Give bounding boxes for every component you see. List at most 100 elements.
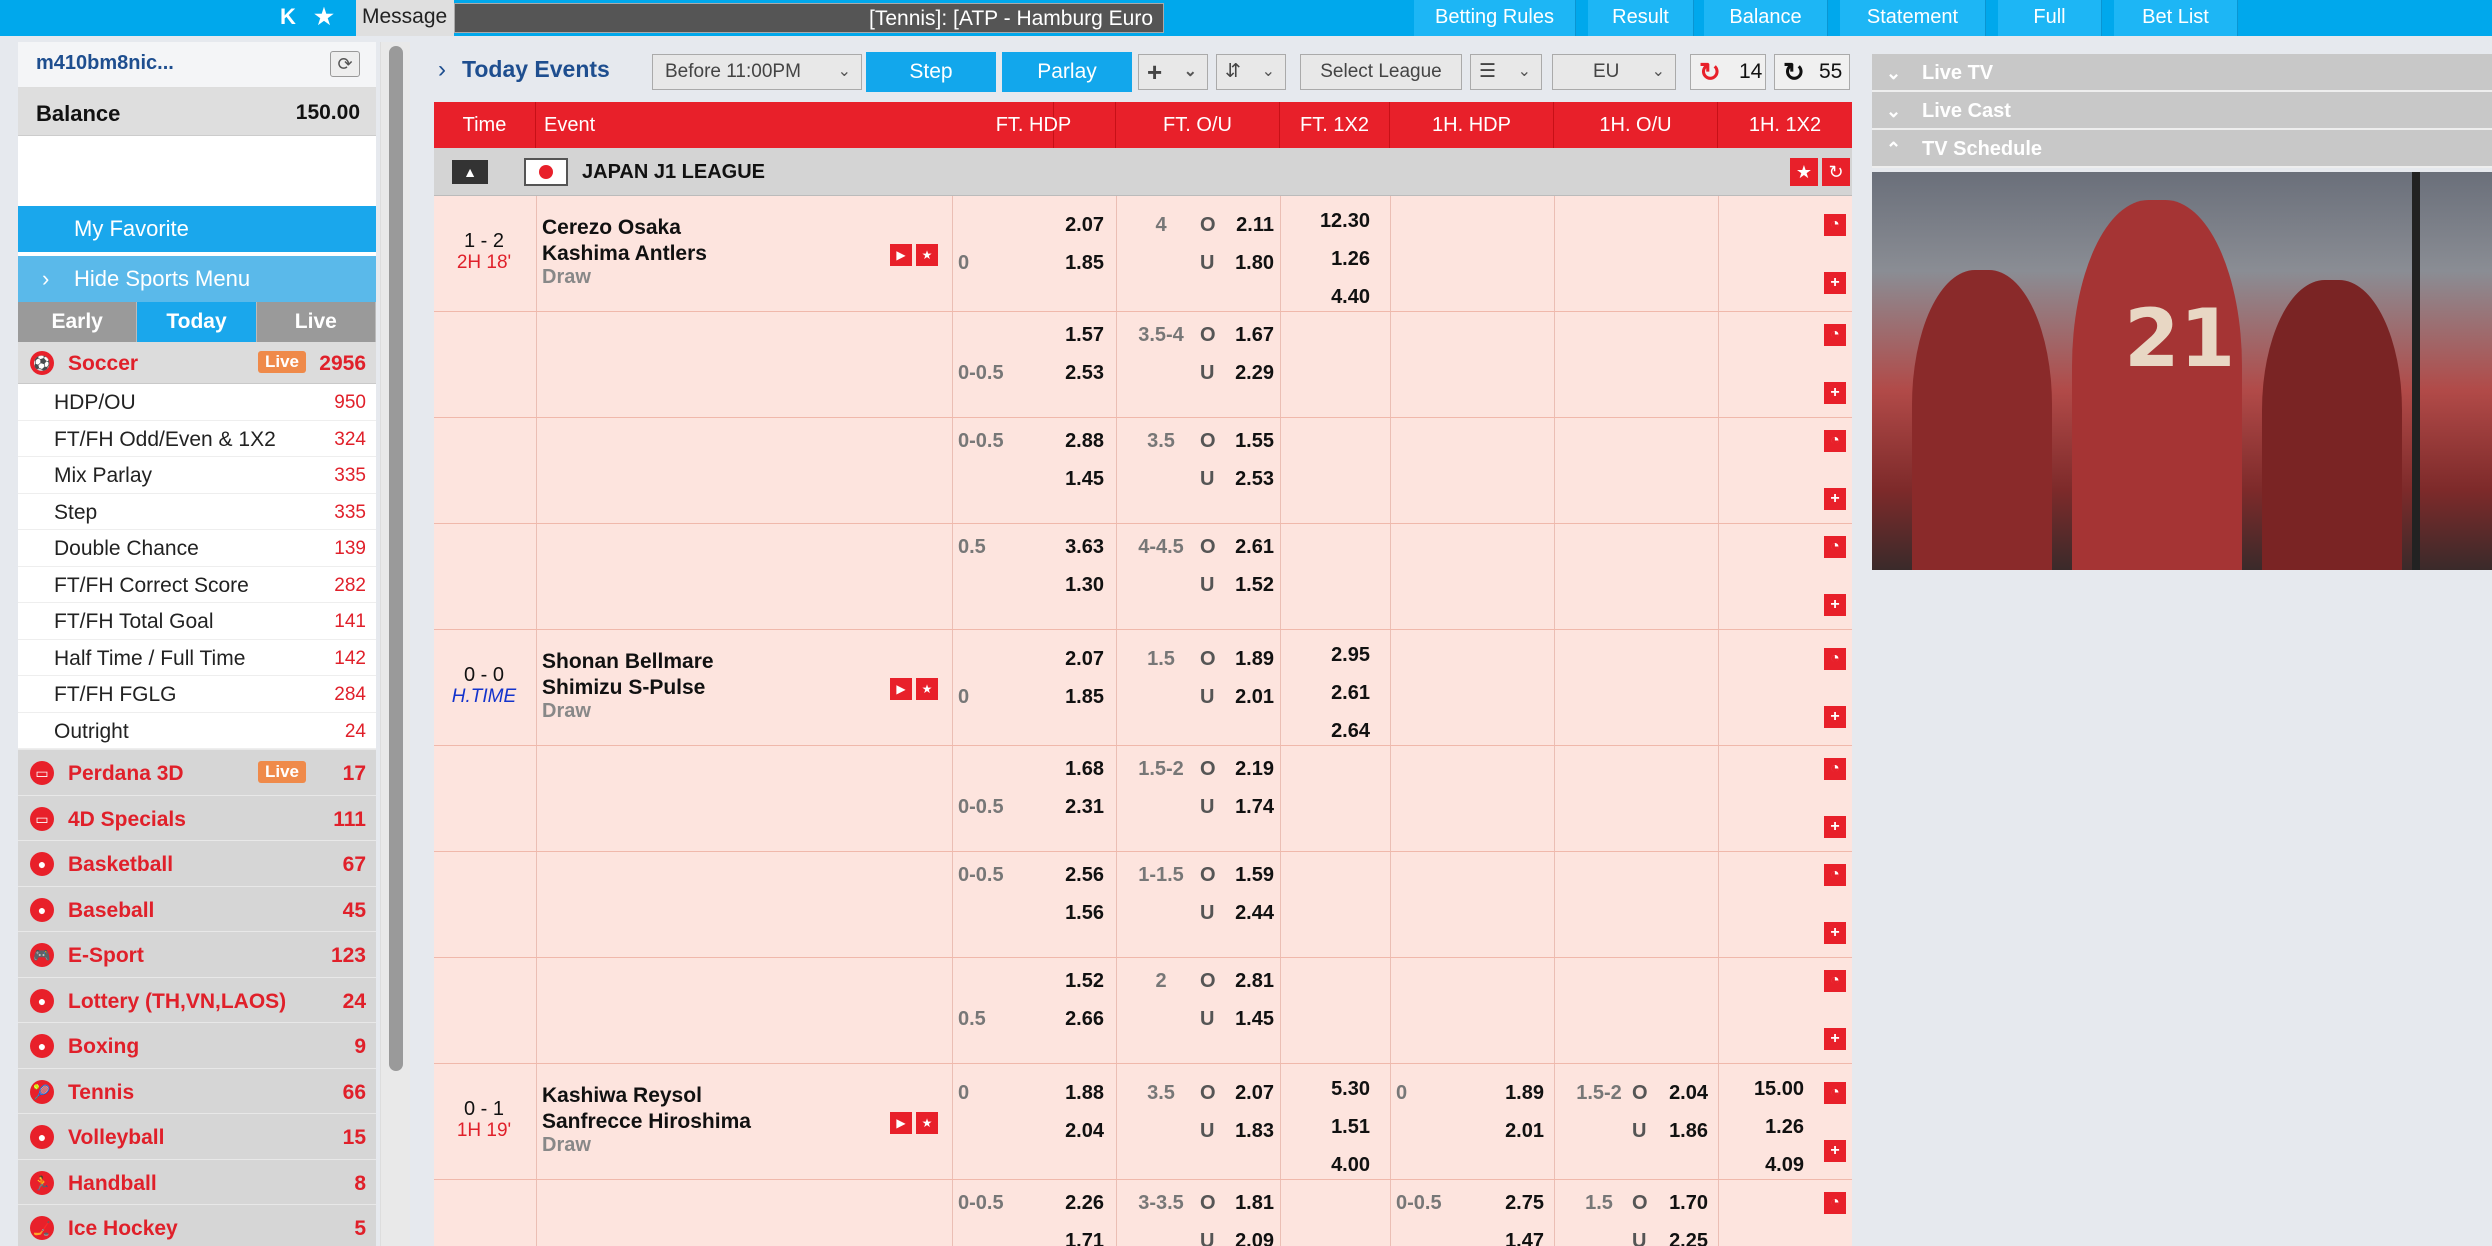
- h1-over-odds[interactable]: 2.04: [1638, 1082, 1708, 1105]
- ft-1x2-odds[interactable]: 12.30: [1294, 210, 1370, 233]
- ft-hdp-away-odds[interactable]: 1.45: [1034, 468, 1104, 491]
- ft-1x2-odds[interactable]: 2.61: [1294, 682, 1370, 705]
- ft-under-odds[interactable]: 2.53: [1204, 468, 1274, 491]
- ft-over-odds[interactable]: 2.19: [1204, 758, 1274, 781]
- ft-hdp-away-odds[interactable]: 2.66: [1034, 1008, 1104, 1031]
- soccer-subitem[interactable]: Mix Parlay 335: [18, 457, 376, 494]
- ft-under-odds[interactable]: 2.44: [1204, 902, 1274, 925]
- ft-under-odds[interactable]: 1.45: [1204, 1008, 1274, 1031]
- ft-over-odds[interactable]: 1.59: [1204, 864, 1274, 887]
- ft-under-odds[interactable]: 1.80: [1204, 252, 1274, 275]
- league-header[interactable]: ▲ JAPAN J1 LEAGUE ★ ↻: [434, 148, 1852, 196]
- ft-over-odds[interactable]: 1.55: [1204, 430, 1274, 453]
- soccer-subitem[interactable]: FT/FH FGLG 284: [18, 676, 376, 713]
- ft-over-odds[interactable]: 2.61: [1204, 536, 1274, 559]
- soccer-subitem[interactable]: FT/FH Correct Score 282: [18, 567, 376, 603]
- nav-full[interactable]: Full: [1998, 0, 2102, 36]
- scrollbar-thumb[interactable]: [389, 46, 403, 1071]
- ft-hdp-away-odds[interactable]: 1.85: [1034, 252, 1104, 275]
- ft-under-odds[interactable]: 1.74: [1204, 796, 1274, 819]
- ft-hdp-home-odds[interactable]: 1.57: [1034, 324, 1104, 347]
- live-stream-icon[interactable]: ▶: [890, 1112, 912, 1134]
- live-tv-bar[interactable]: ⌄ Live TV: [1872, 54, 2492, 92]
- soccer-subitem[interactable]: Double Chance 139: [18, 530, 376, 567]
- ft-hdp-away-odds[interactable]: 1.56: [1034, 902, 1104, 925]
- tv-schedule-bar[interactable]: ⌃ TV Schedule: [1872, 130, 2492, 168]
- hide-sports-menu-button[interactable]: › Hide Sports Menu: [18, 256, 376, 302]
- parlay-button[interactable]: Parlay: [1002, 52, 1132, 92]
- favorite-star-icon[interactable]: ★: [1790, 158, 1818, 186]
- clock-icon[interactable]: ◔: [1824, 758, 1846, 780]
- ft-hdp-home-odds[interactable]: 2.26: [1034, 1192, 1104, 1215]
- sport-item[interactable]: 🏒 Ice Hockey 5: [18, 1204, 376, 1246]
- h1-hdp-away-odds[interactable]: 2.01: [1474, 1120, 1544, 1143]
- expand-plus-icon[interactable]: +: [1824, 922, 1846, 944]
- nav-bet-list[interactable]: Bet List: [2114, 0, 2238, 36]
- refresh-live-button[interactable]: ↻ 14: [1690, 54, 1766, 90]
- live-stream-icon[interactable]: ▶: [890, 678, 912, 700]
- tab-early[interactable]: Early: [18, 302, 138, 342]
- username[interactable]: m410bm8nic...: [36, 52, 174, 75]
- sport-item[interactable]: ● Boxing 9: [18, 1022, 376, 1068]
- ft-over-odds[interactable]: 1.81: [1204, 1192, 1274, 1215]
- odds-type-select[interactable]: EU ⌄: [1552, 54, 1676, 90]
- sport-soccer[interactable]: ⚽ Soccer Live 2956: [18, 342, 376, 384]
- h1-1x2-odds[interactable]: 15.00: [1724, 1078, 1804, 1101]
- clock-icon[interactable]: ◔: [1824, 864, 1846, 886]
- collapse-up-icon[interactable]: ▲: [452, 160, 488, 184]
- expand-plus-icon[interactable]: +: [1824, 594, 1846, 616]
- expand-plus-icon[interactable]: +: [1824, 816, 1846, 838]
- ft-1x2-odds[interactable]: 4.40: [1294, 286, 1370, 309]
- ft-hdp-home-odds[interactable]: 2.88: [1034, 430, 1104, 453]
- sport-item[interactable]: ● Baseball 45: [18, 885, 376, 931]
- ft-under-odds[interactable]: 1.83: [1204, 1120, 1274, 1143]
- soccer-subitem[interactable]: Step 335: [18, 494, 376, 530]
- ft-over-odds[interactable]: 2.07: [1204, 1082, 1274, 1105]
- ft-hdp-away-odds[interactable]: 1.85: [1034, 686, 1104, 709]
- ft-over-odds[interactable]: 1.67: [1204, 324, 1274, 347]
- clock-icon[interactable]: ◔: [1824, 536, 1846, 558]
- nav-result[interactable]: Result: [1588, 0, 1694, 36]
- sport-item[interactable]: ● Volleyball 15: [18, 1113, 376, 1159]
- ft-hdp-home-odds[interactable]: 2.56: [1034, 864, 1104, 887]
- soccer-subitem[interactable]: FT/FH Total Goal 141: [18, 603, 376, 640]
- h1-under-odds[interactable]: 2.25: [1638, 1230, 1708, 1246]
- refresh-today-button[interactable]: ↻ 55: [1774, 54, 1850, 90]
- ft-hdp-home-odds[interactable]: 1.88: [1034, 1082, 1104, 1105]
- ft-under-odds[interactable]: 2.01: [1204, 686, 1274, 709]
- stats-icon[interactable]: ★: [916, 678, 938, 700]
- expand-plus-icon[interactable]: +: [1824, 1028, 1846, 1050]
- stats-icon[interactable]: ★: [916, 244, 938, 266]
- ft-1x2-odds[interactable]: 1.26: [1294, 248, 1370, 271]
- ft-hdp-home-odds[interactable]: 2.07: [1034, 214, 1104, 237]
- ft-1x2-odds[interactable]: 4.00: [1294, 1154, 1370, 1177]
- ft-hdp-away-odds[interactable]: 1.30: [1034, 574, 1104, 597]
- nav-balance[interactable]: Balance: [1704, 0, 1828, 36]
- tab-live[interactable]: Live: [257, 302, 376, 342]
- h1-under-odds[interactable]: 1.86: [1638, 1120, 1708, 1143]
- select-league-button[interactable]: Select League: [1300, 54, 1462, 90]
- step-button[interactable]: Step: [866, 52, 996, 92]
- clock-icon[interactable]: ◔: [1824, 324, 1846, 346]
- ft-hdp-home-odds[interactable]: 1.68: [1034, 758, 1104, 781]
- ft-hdp-home-odds[interactable]: 3.63: [1034, 536, 1104, 559]
- soccer-subitem[interactable]: FT/FH Odd/Even & 1X2 324: [18, 421, 376, 457]
- refresh-league-icon[interactable]: ↻: [1822, 158, 1850, 186]
- ft-1x2-odds[interactable]: 2.95: [1294, 644, 1370, 667]
- ft-1x2-odds[interactable]: 5.30: [1294, 1078, 1370, 1101]
- expand-plus-icon[interactable]: +: [1824, 488, 1846, 510]
- ft-under-odds[interactable]: 2.09: [1204, 1230, 1274, 1246]
- expand-plus-icon[interactable]: +: [1824, 382, 1846, 404]
- chevron-right-icon[interactable]: ›: [438, 56, 446, 84]
- h1-1x2-odds[interactable]: 4.09: [1724, 1154, 1804, 1177]
- expand-plus-icon[interactable]: +: [1824, 706, 1846, 728]
- sport-item[interactable]: ▭ Perdana 3D Live 17: [18, 749, 376, 795]
- clock-icon[interactable]: ◔: [1824, 970, 1846, 992]
- h1-hdp-away-odds[interactable]: 1.47: [1474, 1230, 1544, 1246]
- soccer-subitem[interactable]: Half Time / Full Time 142: [18, 640, 376, 676]
- sport-item[interactable]: 🎾 Tennis 66: [18, 1067, 376, 1113]
- sidebar-scrollbar[interactable]: [380, 42, 410, 1246]
- stats-icon[interactable]: ★: [916, 1112, 938, 1134]
- message-ticker[interactable]: [Tennis]: [ATP - Hamburg Euro: [454, 3, 1164, 33]
- ft-hdp-away-odds[interactable]: 2.31: [1034, 796, 1104, 819]
